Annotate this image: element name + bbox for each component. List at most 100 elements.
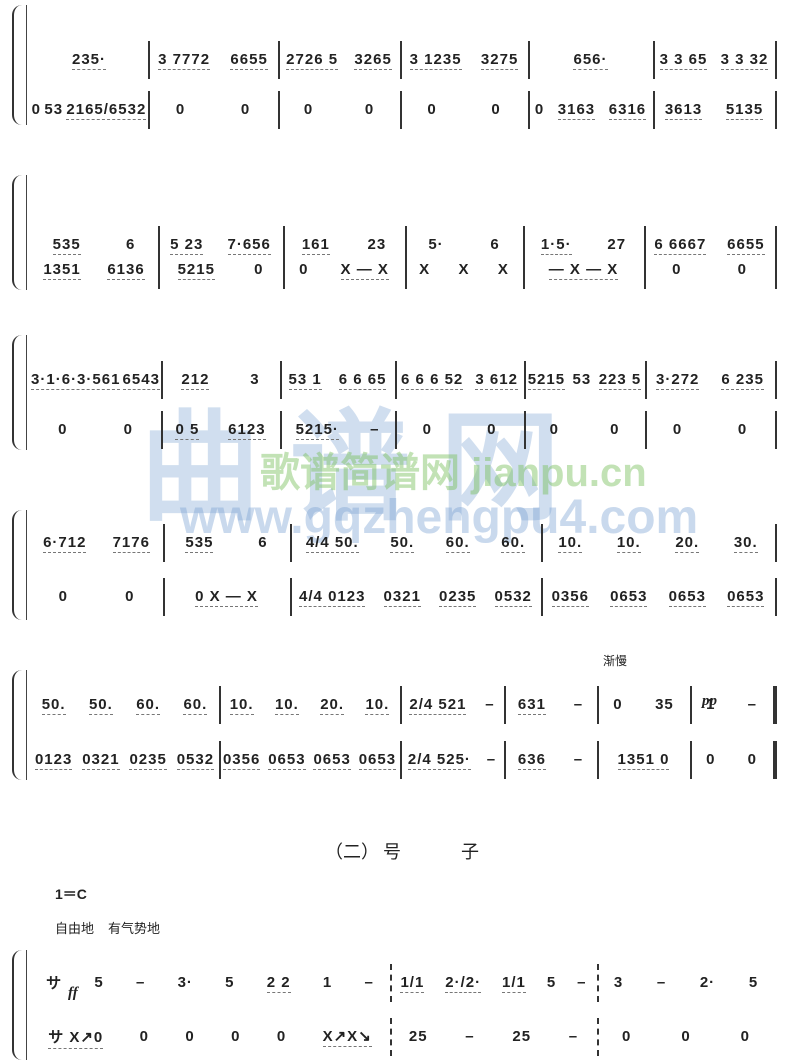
- note-group: 6123: [228, 420, 266, 440]
- barline: [597, 964, 599, 1002]
- note-group: 0123: [34, 750, 73, 770]
- barline: [278, 41, 280, 79]
- note-group: 0: [747, 751, 757, 768]
- note-group: 50.: [88, 695, 113, 715]
- measure: 656·: [528, 45, 653, 75]
- measure: XXX: [405, 255, 523, 285]
- note-group: 3: [613, 974, 624, 991]
- note-group: 2726 5: [286, 50, 339, 70]
- note-group: 2 2: [266, 973, 291, 993]
- note-group: 3·1·6·3·561: [31, 370, 121, 390]
- measure: 00: [30, 415, 161, 445]
- note-group: –: [577, 974, 587, 991]
- note-group: 0532: [494, 587, 532, 607]
- barline: [290, 578, 292, 616]
- measure: 0 X — X: [283, 255, 405, 285]
- barline: [504, 741, 506, 779]
- note-group: 53: [572, 371, 592, 388]
- barline: [597, 686, 599, 724]
- note-group: 656·: [573, 50, 608, 70]
- measure: 5215 0: [158, 255, 283, 285]
- note-group: 60.: [445, 533, 470, 553]
- barline: [645, 411, 647, 449]
- measure: 3·1·6·3·561 6543: [30, 365, 161, 395]
- barline: [524, 361, 526, 399]
- barline: [524, 411, 526, 449]
- note-group: 2/4 521: [409, 695, 467, 715]
- note-group: 2·: [699, 974, 716, 991]
- barline: [390, 964, 392, 1002]
- measure: 3 – 2· 5: [597, 968, 775, 998]
- measure: 0356 0653 0653 0653: [541, 582, 775, 612]
- note-group: 5: [225, 974, 235, 991]
- note-group: 10.: [558, 533, 583, 553]
- barline: [390, 1018, 392, 1056]
- note-group: 0356: [551, 587, 589, 607]
- note-group: 161: [301, 235, 330, 255]
- note-group: 6543: [122, 370, 160, 390]
- note-group: 0321: [383, 587, 421, 607]
- note-group: –: [486, 751, 497, 768]
- measure: 2/4 521 –: [400, 690, 504, 720]
- note-group: 0: [427, 101, 437, 118]
- staff-lower: 0123 0321 0235 0532 0356 0653 0653 0653 2/4 525·…: [0, 741, 800, 779]
- note-group: 1/1: [400, 973, 425, 993]
- note-group: 20.: [675, 533, 700, 553]
- barline: [280, 361, 282, 399]
- barline: [528, 41, 530, 79]
- measure: 00: [400, 95, 528, 125]
- staff-upper: 50. 50. 60. 60. 10. 10. 20. 10. 2/4 521 – 631 – 0 35 1…: [0, 686, 800, 724]
- measure: 1351 6136: [30, 255, 158, 285]
- note-group: 212: [181, 370, 210, 390]
- note-group: 0653: [668, 587, 706, 607]
- measure: 3 3 65 3 3 32: [653, 45, 775, 75]
- measure: 0 3163 6316: [528, 95, 653, 125]
- measure: 3 1235 3275: [400, 45, 528, 75]
- barline: [400, 41, 402, 79]
- measure: サ 5 – 3· 5 2 2 1 –: [30, 968, 390, 998]
- barline: [400, 686, 402, 724]
- barline: [775, 411, 777, 449]
- note-group: 60.: [136, 695, 161, 715]
- note-group: 5215·: [295, 420, 339, 440]
- measure: 3613 5135: [653, 95, 775, 125]
- note-group: X — X: [340, 260, 389, 280]
- barline: [148, 91, 150, 129]
- staff-lower: 000 5 6123 5215· –0 0 0 0 0 0: [0, 411, 800, 449]
- note-group: 20.: [320, 695, 345, 715]
- note-group: –: [465, 1028, 475, 1045]
- note-group: 0 X — X: [195, 587, 258, 607]
- measure: 00: [645, 415, 775, 445]
- measure: 00: [644, 255, 775, 285]
- barline: [541, 578, 543, 616]
- note-group: 35: [655, 696, 674, 713]
- barline: [148, 41, 150, 79]
- note-group: 0: [422, 421, 432, 438]
- note-group: 535: [52, 235, 81, 255]
- note-group: 0: [621, 1028, 632, 1045]
- note-group: 6: [258, 534, 268, 551]
- note-group: 0: [364, 101, 375, 118]
- staff-upper: 235· 3 7772 6655 2726 5 3265 3 1235 3275 656· 3 …: [0, 41, 800, 79]
- note-group: 0 5: [175, 420, 200, 440]
- note-group: 23: [367, 236, 387, 253]
- measure: 2726 5 3265: [278, 45, 400, 75]
- barline: [161, 411, 163, 449]
- measure: 4/4 50. 50. 60. 60.: [290, 528, 541, 558]
- barline: [775, 578, 777, 616]
- note-group: 0235: [129, 750, 167, 770]
- note-group: 30.: [733, 533, 758, 553]
- note-group: 0653: [727, 587, 765, 607]
- barline: [645, 361, 647, 399]
- staff-lower: 1351 6136 5215 0 0 X — X X X X — X — X00: [0, 251, 800, 289]
- measure: 00: [395, 415, 524, 445]
- note-group: 6136: [107, 260, 145, 280]
- note-group: 3 3 65: [659, 50, 708, 70]
- measure: 235·: [30, 45, 148, 75]
- note-group: 636: [517, 750, 546, 770]
- note-group: 0235: [439, 587, 477, 607]
- barline: [219, 686, 221, 724]
- note-group: 60.: [183, 695, 208, 715]
- measure: 53 1 6 6 65: [280, 365, 395, 395]
- barline: [644, 251, 646, 289]
